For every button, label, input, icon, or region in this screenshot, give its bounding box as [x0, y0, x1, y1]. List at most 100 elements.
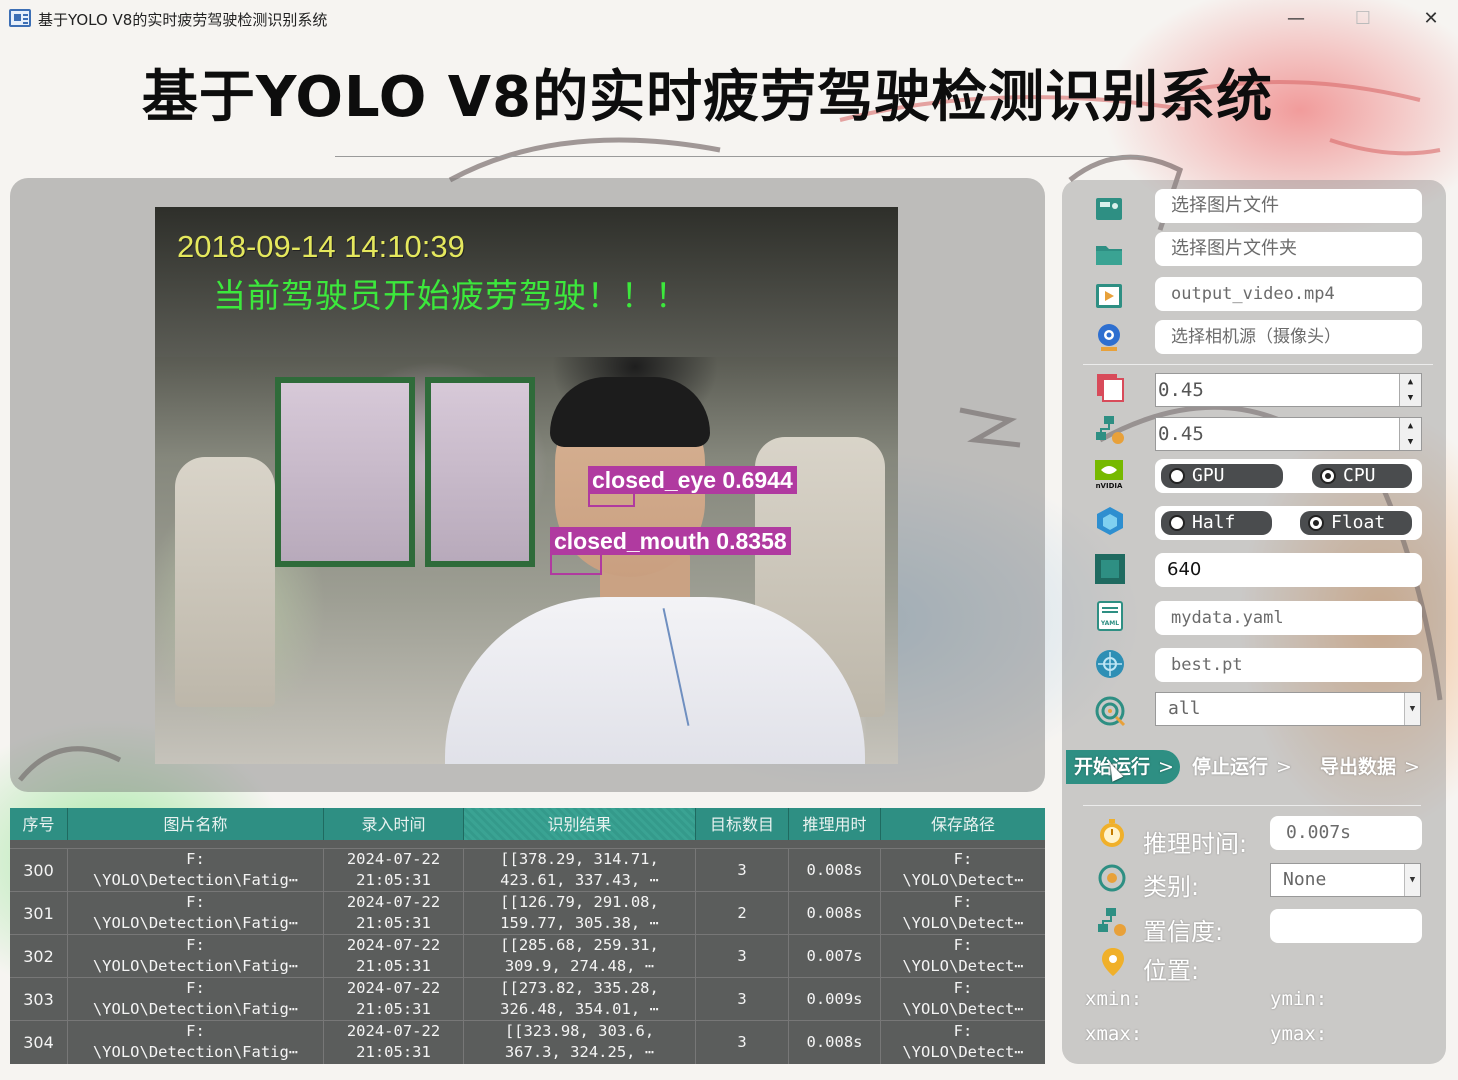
class-filter-dropdown[interactable]: all ▼ — [1155, 692, 1421, 726]
cell-line: 21:05:31 — [356, 914, 431, 932]
table-row[interactable]: 302 F: \YOLO\Detection\Fatig⋯ 2024-07-22 2… — [10, 934, 1045, 978]
cell-line: \YOLO\Detect⋯ — [902, 914, 1024, 932]
page-title: 基于YOLO V8的实时疲劳驾驶检测识别系统 — [141, 65, 1274, 130]
chevron-right-icon: > — [1158, 756, 1174, 778]
cell-line: \YOLO\Detection\Fatig⋯ — [92, 1043, 299, 1061]
cell-line: [[126.79, 291.08, — [500, 893, 659, 911]
weights-button[interactable]: best.pt — [1155, 648, 1422, 682]
target-icon — [1095, 696, 1126, 727]
radio-indicator — [1169, 468, 1185, 484]
window-title: 基于YOLO V8的实时疲劳驾驶检测识别系统 — [38, 11, 328, 29]
table-row[interactable]: 303 F: \YOLO\Detection\Fatig⋯ 2024-07-22 2… — [10, 977, 1045, 1021]
select-video-button[interactable]: output_video.mp4 — [1155, 277, 1422, 311]
close-button[interactable]: ✕ — [1408, 4, 1454, 34]
cell-inference-time: 0.008s — [789, 849, 881, 892]
confidence-value-field — [1270, 909, 1422, 943]
table-row[interactable]: 304 F: \YOLO\Detection\Fatig⋯ 2024-07-22 2… — [10, 1020, 1045, 1064]
chevron-down-icon: ▼ — [1404, 864, 1420, 896]
iou-spinbox[interactable]: 0.45 ▲ ▼ — [1155, 417, 1422, 451]
data-yaml-button[interactable]: mydata.yaml — [1155, 601, 1422, 635]
radio-indicator — [1320, 468, 1336, 484]
stopwatch-icon — [1100, 819, 1124, 847]
cell-save-path: F: \YOLO\Detect⋯ — [881, 849, 1045, 892]
cell-line: 2024-07-22 — [346, 936, 441, 954]
col-header-target-count[interactable]: 目标数目 — [696, 808, 789, 840]
divider — [1083, 805, 1421, 806]
results-table[interactable]: 序号 图片名称 录入时间 识别结果 目标数目 推理用时 保存路径 300 F: \… — [10, 808, 1045, 1064]
cell-inference-time: 0.008s — [789, 892, 881, 935]
confidence-spinbox[interactable]: 0.45 ▲ ▼ — [1155, 373, 1422, 407]
col-header-index[interactable]: 序号 — [10, 808, 68, 840]
cell-entry-time: 2024-07-22 21:05:31 — [324, 892, 464, 935]
app-icon — [9, 9, 31, 27]
image-size-field[interactable]: 640 — [1155, 553, 1422, 587]
cell-line: F: — [953, 979, 973, 997]
stop-button-label: 停止运行 — [1192, 756, 1269, 778]
cell-result: [[378.29, 314.71, 423.61, 337.43, ⋯ — [464, 849, 696, 892]
cell-line: [[285.68, 259.31, — [500, 936, 659, 954]
cell-line: 21:05:31 — [356, 957, 431, 975]
cell-line: F: — [186, 1022, 205, 1040]
cell-result: [[126.79, 291.08, 159.77, 305.38, ⋯ — [464, 892, 696, 935]
class-target-icon — [1098, 864, 1126, 892]
float-radio[interactable]: Float — [1300, 511, 1412, 535]
table-row-partial — [10, 840, 1045, 848]
cell-target-count: 3 — [696, 978, 789, 1021]
cell-image-name: F: \YOLO\Detection\Fatig⋯ — [68, 978, 324, 1021]
detection-label-eye: closed_eye 0.6944 — [588, 466, 797, 494]
col-header-image-name[interactable]: 图片名称 — [68, 808, 324, 840]
cell-index: 300 — [10, 849, 68, 892]
cell-line: \YOLO\Detect⋯ — [902, 957, 1024, 975]
folder-icon — [1096, 246, 1122, 265]
class-result-dropdown[interactable]: None ▼ — [1270, 863, 1421, 897]
start-button[interactable]: 开始运行 > — [1066, 750, 1180, 784]
select-image-file-button[interactable]: 选择图片文件 — [1155, 189, 1422, 223]
class-result-value: None — [1283, 869, 1327, 890]
cell-line: \YOLO\Detection\Fatig⋯ — [92, 871, 299, 889]
select-camera-button[interactable]: 选择相机源（摄像头） — [1155, 320, 1422, 354]
yaml-icon: YAML — [1097, 601, 1123, 631]
xmin-label: xmin: — [1085, 988, 1143, 1010]
cell-entry-time: 2024-07-22 21:05:31 — [324, 849, 464, 892]
minimize-button[interactable]: — — [1273, 4, 1319, 34]
chevron-down-icon: ▼ — [1404, 693, 1420, 725]
col-header-save-path[interactable]: 保存路径 — [881, 808, 1045, 840]
table-header: 序号 图片名称 录入时间 识别结果 目标数目 推理用时 保存路径 — [10, 808, 1045, 840]
export-button[interactable]: 导出数据 > — [1320, 750, 1420, 784]
confidence-tree-icon — [1098, 908, 1126, 936]
cell-line: 326.48, 354.01, ⋯ — [500, 1000, 659, 1018]
position-label: 位置: — [1143, 957, 1200, 985]
spin-down-button[interactable]: ▼ — [1400, 434, 1421, 450]
col-header-result[interactable]: 识别结果 — [464, 808, 696, 840]
spin-up-button[interactable]: ▲ — [1400, 374, 1421, 390]
select-image-folder-button[interactable]: 选择图片文件夹 — [1155, 232, 1422, 266]
weights-icon — [1096, 650, 1124, 678]
cell-target-count: 3 — [696, 849, 789, 892]
camera-icon — [1098, 324, 1120, 351]
cpu-radio[interactable]: CPU — [1312, 464, 1412, 488]
table-row[interactable]: 300 F: \YOLO\Detection\Fatig⋯ 2024-07-22 2… — [10, 848, 1045, 892]
spin-down-button[interactable]: ▼ — [1400, 390, 1421, 406]
cell-inference-time: 0.008s — [789, 1021, 881, 1064]
maximize-button[interactable]: ☐ — [1340, 4, 1386, 34]
detection-label-mouth: closed_mouth 0.8358 — [550, 527, 791, 555]
half-radio[interactable]: Half — [1161, 511, 1272, 535]
cell-index: 303 — [10, 978, 68, 1021]
col-header-entry-time[interactable]: 录入时间 — [324, 808, 464, 840]
window-titlebar: 基于YOLO V8的实时疲劳驾驶检测识别系统 — ☐ ✕ — [0, 0, 1458, 38]
spin-buttons: ▲ ▼ — [1399, 418, 1421, 450]
export-button-label: 导出数据 — [1320, 756, 1397, 778]
cell-result: [[273.82, 335.28, 326.48, 354.01, ⋯ — [464, 978, 696, 1021]
nvidia-icon: nVIDIA — [1095, 460, 1123, 490]
cell-target-count: 2 — [696, 892, 789, 935]
cell-line: F: — [186, 979, 205, 997]
col-header-inference-time[interactable]: 推理用时 — [789, 808, 881, 840]
inference-time-label: 推理时间: — [1143, 830, 1248, 858]
spin-up-button[interactable]: ▲ — [1400, 418, 1421, 434]
cell-target-count: 3 — [696, 1021, 789, 1064]
cell-target-count: 3 — [696, 935, 789, 978]
gpu-radio[interactable]: GPU — [1161, 464, 1283, 488]
table-row[interactable]: 301 F: \YOLO\Detection\Fatig⋯ 2024-07-22 2… — [10, 891, 1045, 935]
detection-box-mouth — [550, 552, 602, 575]
stop-button[interactable]: 停止运行 > — [1192, 750, 1292, 784]
